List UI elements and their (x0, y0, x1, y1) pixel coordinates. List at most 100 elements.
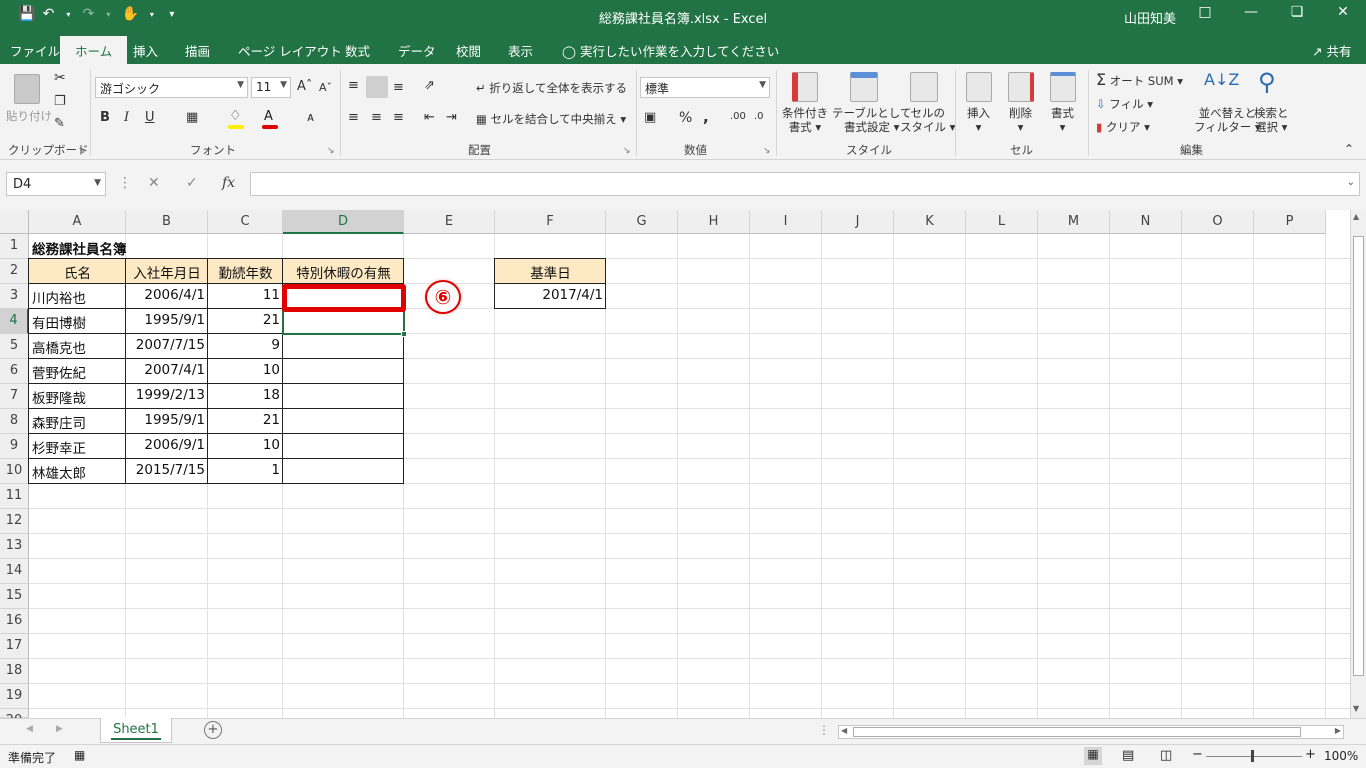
decrease-decimal-icon[interactable]: .0 (754, 111, 764, 122)
row-header-11[interactable]: 11 (0, 484, 29, 509)
formula-input[interactable]: ⌄ (250, 172, 1360, 196)
col-header-O[interactable]: O (1182, 210, 1254, 234)
zoom-level[interactable]: 100% (1324, 749, 1358, 763)
row-header-15[interactable]: 15 (0, 584, 29, 609)
table-cell-name[interactable]: 有田博樹 (29, 308, 126, 333)
align-bottom-icon[interactable]: ≡ (393, 80, 404, 95)
autosum-button[interactable]: Σ オート SUM ▾ (1096, 70, 1183, 89)
cell-B2-header[interactable]: 入社年月日 (126, 258, 208, 283)
table-cell-date[interactable]: 2006/9/1 (126, 433, 208, 458)
table-cell-date[interactable]: 1995/9/1 (126, 408, 208, 433)
row-header-10[interactable]: 10 (0, 459, 29, 484)
currency-icon[interactable]: ▣ (644, 110, 656, 125)
conditional-format-button[interactable]: 条件付き 書式 ▾ (782, 106, 828, 134)
scroll-up-icon[interactable]: ▲ (1353, 212, 1359, 221)
table-cell-date[interactable]: 2015/7/15 (126, 458, 208, 483)
tab-draw[interactable]: 描画 (185, 41, 210, 60)
row-header-6[interactable]: 6 (0, 359, 29, 384)
cell-D2-header[interactable]: 特別休暇の有無 (283, 258, 404, 283)
cancel-icon[interactable]: ✕ (148, 175, 160, 191)
row-header-13[interactable]: 13 (0, 534, 29, 559)
macro-record-icon[interactable]: ▦ (74, 748, 85, 762)
zoom-out-icon[interactable]: − (1192, 747, 1203, 762)
table-cell-years[interactable]: 10 (208, 358, 283, 383)
horizontal-scroll-thumb[interactable] (853, 727, 1301, 737)
paste-label[interactable]: 貼り付け (6, 108, 52, 124)
col-header-F[interactable]: F (495, 210, 606, 234)
minimize-icon[interactable]: — (1236, 4, 1266, 20)
tab-page-layout[interactable]: ページ レイアウト (238, 41, 342, 60)
increase-font-icon[interactable]: Aˆ (297, 79, 312, 94)
col-header-L[interactable]: L (966, 210, 1038, 234)
table-cell-name[interactable]: 森野庄司 (29, 408, 126, 433)
tab-home[interactable]: ホーム (60, 36, 128, 64)
increase-indent-icon[interactable]: ⇥ (446, 110, 457, 125)
expand-formula-icon[interactable]: ⌄ (1347, 177, 1355, 188)
tab-file[interactable]: ファイル (10, 41, 60, 60)
merge-center-button[interactable]: ▦ セルを結合して中央揃え ▾ (476, 111, 626, 127)
horizontal-scrollbar[interactable]: ◀ ▶ (838, 725, 1344, 739)
table-cell-name[interactable]: 板野隆哉 (29, 383, 126, 408)
col-header-C[interactable]: C (208, 210, 283, 234)
cell-F2-header[interactable]: 基準日 (495, 258, 606, 283)
fill-handle[interactable] (401, 331, 407, 337)
col-header-E[interactable]: E (404, 210, 495, 234)
user-name[interactable]: 山田知美 (1124, 8, 1176, 27)
percent-button[interactable]: % (679, 110, 692, 126)
row-header-20[interactable]: 20 (0, 709, 29, 718)
col-header-N[interactable]: N (1110, 210, 1182, 234)
collapse-ribbon-icon[interactable]: ⌃ (1344, 142, 1354, 156)
find-select-button[interactable]: 検索と 選択 ▾ (1254, 106, 1289, 134)
col-header-M[interactable]: M (1038, 210, 1110, 234)
vertical-scroll-thumb[interactable] (1353, 236, 1364, 676)
col-header-K[interactable]: K (894, 210, 966, 234)
orientation-icon[interactable]: ⇗ (424, 78, 435, 93)
align-left-icon[interactable]: ≡ (348, 110, 359, 125)
row-header-12[interactable]: 12 (0, 509, 29, 534)
table-cell-years[interactable]: 11 (208, 283, 283, 308)
fill-button[interactable]: ⇩ フィル ▾ (1096, 96, 1153, 112)
paste-icon[interactable] (14, 74, 40, 104)
active-cell-D4[interactable] (282, 309, 405, 335)
cell-A2-header[interactable]: 氏名 (29, 258, 126, 283)
prev-sheet-icon[interactable]: ◀ (26, 724, 33, 734)
table-cell-years[interactable]: 21 (208, 408, 283, 433)
align-center-icon[interactable]: ≡ (371, 110, 382, 125)
number-launcher-icon[interactable]: ↘ (763, 146, 771, 156)
share-button[interactable]: ↗ 共有 (1312, 41, 1351, 60)
align-top-icon[interactable]: ≡ (348, 78, 359, 93)
zoom-in-icon[interactable]: + (1305, 747, 1316, 762)
next-sheet-icon[interactable]: ▶ (56, 724, 63, 734)
zoom-slider-thumb[interactable] (1251, 750, 1254, 762)
col-header-B[interactable]: B (126, 210, 208, 234)
normal-view-icon[interactable]: ▦ (1084, 747, 1102, 765)
table-cell-years[interactable]: 21 (208, 308, 283, 333)
row-header-5[interactable]: 5 (0, 334, 29, 359)
tell-me-box[interactable]: ◯ 実行したい作業を入力してください (562, 41, 779, 60)
col-header-P[interactable]: P (1254, 210, 1326, 234)
sort-filter-button[interactable]: 並べ替えと フィルター ▾ (1194, 106, 1261, 134)
row-header-9[interactable]: 9 (0, 434, 29, 459)
close-icon[interactable]: ✕ (1328, 4, 1358, 20)
cell-A1-title[interactable]: 総務課社員名簿 (29, 234, 229, 259)
font-color-icon[interactable]: A (264, 109, 273, 124)
table-cell-date[interactable]: 2007/7/15 (126, 333, 208, 358)
table-cell-name[interactable]: 菅野佐紀 (29, 358, 126, 383)
tab-insert[interactable]: 挿入 (133, 41, 158, 60)
phonetic-icon[interactable]: ᴀ (307, 110, 314, 124)
format-cells-icon[interactable] (1050, 72, 1076, 102)
col-header-H[interactable]: H (678, 210, 750, 234)
page-layout-view-icon[interactable]: ▤ (1122, 748, 1134, 763)
alignment-launcher-icon[interactable]: ↘ (623, 146, 631, 156)
ribbon-display-icon[interactable]: □ (1190, 4, 1220, 20)
select-all-corner[interactable] (0, 210, 29, 234)
tab-review[interactable]: 校閲 (456, 41, 481, 60)
find-select-icon[interactable]: ⚲ (1258, 68, 1276, 96)
font-launcher-icon[interactable]: ↘ (327, 146, 335, 156)
row-header-3[interactable]: 3 (0, 284, 29, 309)
scroll-down-icon[interactable]: ▼ (1353, 704, 1359, 713)
clear-button[interactable]: ▮ クリア ▾ (1096, 119, 1150, 135)
vertical-scrollbar[interactable]: ▲ ▼ (1350, 210, 1366, 718)
row-header-7[interactable]: 7 (0, 384, 29, 409)
borders-icon[interactable]: ▦ (186, 110, 198, 125)
